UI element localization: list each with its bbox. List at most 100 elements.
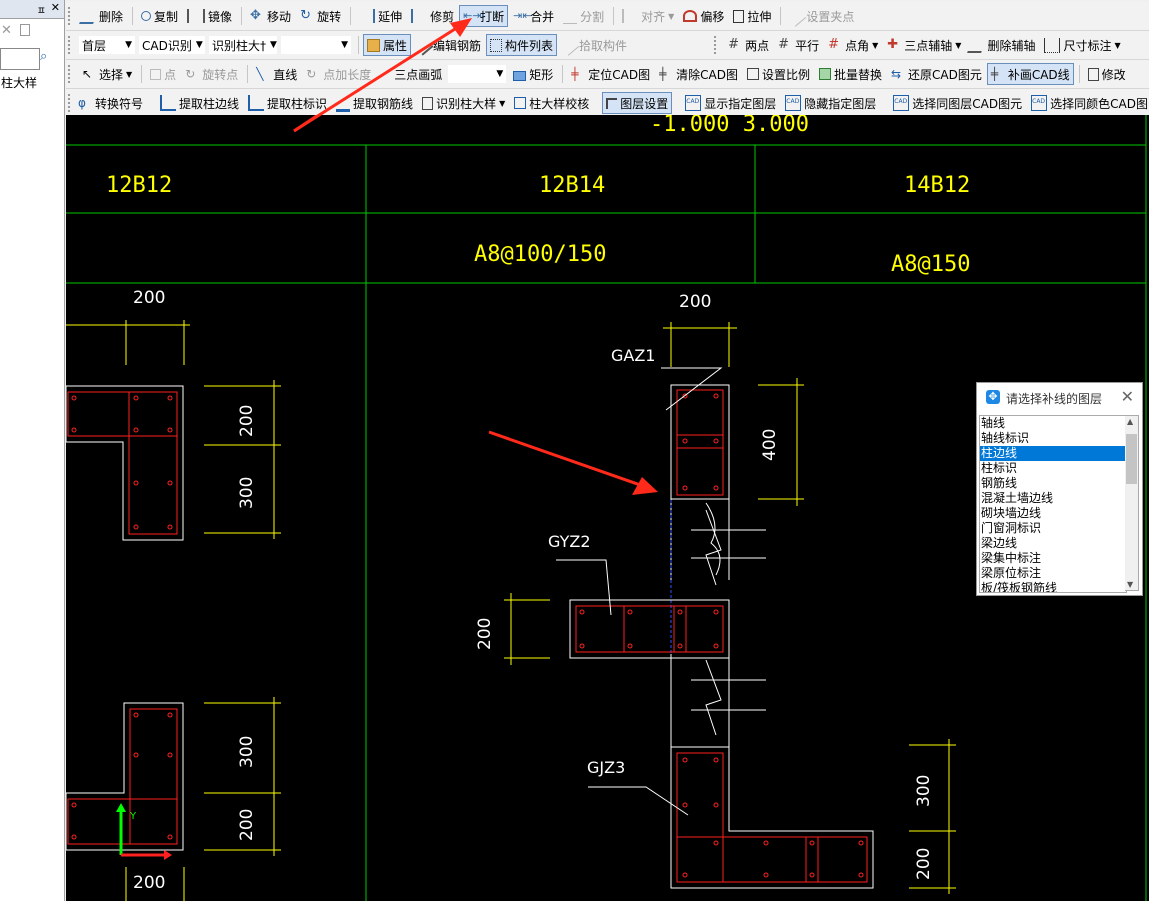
hide-layer-button[interactable]: CAD 隐藏指定图层 xyxy=(781,92,880,114)
delete-icon[interactable]: ✕ xyxy=(1,23,12,38)
mirror-button[interactable]: 镜像 xyxy=(183,5,236,27)
layer-setting-button[interactable]: 图层设置 xyxy=(602,92,673,114)
clear-cad-button[interactable]: ╪ 清除CAD图 xyxy=(655,63,742,85)
split-button[interactable]: 分割 xyxy=(559,5,608,27)
point-button[interactable]: 点 xyxy=(146,63,180,85)
detail-check-button[interactable]: 柱大样校核 xyxy=(510,92,593,114)
toolbar-grip[interactable] xyxy=(68,94,70,112)
detail-check-label: 柱大样校核 xyxy=(529,96,590,111)
delete-axis-label: 删除辅轴 xyxy=(987,38,1036,53)
panel-tools: ✕ xyxy=(0,19,64,43)
scale-icon xyxy=(746,68,759,80)
layer-list-item[interactable]: 混凝土墙边线 xyxy=(980,491,1126,506)
convert-symbol-button[interactable]: φ 转换符号 xyxy=(74,92,147,114)
eraser-icon xyxy=(967,37,988,53)
dialog-header: ✥ 请选择补线的图层 ✕ xyxy=(977,383,1142,411)
search-input[interactable] xyxy=(0,48,40,70)
toolbar-grip[interactable] xyxy=(714,36,720,54)
toolbar-grip[interactable] xyxy=(68,7,74,25)
scroll-up-icon[interactable]: ▲ xyxy=(1127,417,1133,426)
annotation-arrow-top xyxy=(293,18,472,133)
dimension-label: 尺寸标注 xyxy=(1063,38,1112,53)
merge-label: 合并 xyxy=(530,9,555,24)
toolbar-draw: ↖ 选择 ▼ 点 ↻ 旋转点 ╲ 直线 ↻ 点加长度 三点画弧 ▼ 矩形 ╪ 定位CAD图 … xyxy=(66,60,1149,89)
break-label: 打断 xyxy=(480,9,505,24)
layer-list-item[interactable]: 梁原位标注 xyxy=(980,566,1126,581)
stretch-button[interactable]: 拉伸 xyxy=(729,5,775,27)
set-scale-button[interactable]: 设置比例 xyxy=(743,63,814,85)
copy-icon[interactable] xyxy=(20,24,30,36)
scrollbar[interactable]: ▲ ▼ xyxy=(1125,415,1139,591)
two-points-label: 两点 xyxy=(745,38,770,53)
column-left-top[interactable] xyxy=(66,385,184,541)
supplement-cad-button[interactable]: ╪ 补画CAD线 xyxy=(986,63,1074,85)
modify-button[interactable]: 修改 xyxy=(1084,63,1130,85)
locate-cad-button[interactable]: ╪ 定位CAD图 xyxy=(567,63,654,85)
recognize-column-select[interactable]: 识别柱大† ▼ xyxy=(208,35,278,55)
restore-cad-button[interactable]: ⇆ 还原CAD图元 xyxy=(887,63,986,85)
extract-edge-button[interactable]: 提取柱边线 xyxy=(156,92,243,114)
column-left-bottom[interactable] xyxy=(66,702,184,851)
layer-list-item[interactable]: 门窗洞标识 xyxy=(980,521,1126,536)
toolbar-grip[interactable] xyxy=(68,65,74,83)
dimension-button[interactable]: 尺寸标注 ▼ xyxy=(1040,34,1124,56)
select-same-layer-button[interactable]: CAD 选择同图层CAD图元 xyxy=(889,92,1026,114)
clear-cad-label: 清除CAD图 xyxy=(676,67,738,82)
floor-select[interactable]: 首层 ▼ xyxy=(78,35,136,55)
three-point-axis-button[interactable]: ✚ 三点辅轴 ▼ xyxy=(883,34,965,56)
delete-button[interactable]: 删除 xyxy=(78,5,127,27)
layer-list-item[interactable]: 砌块墙边线 xyxy=(980,506,1126,521)
hide-layer-label: 隐藏指定图层 xyxy=(804,96,877,111)
dimension-text: 200 xyxy=(914,848,934,880)
layer-list-item[interactable]: 梁集中标注 xyxy=(980,551,1126,566)
scroll-thumb[interactable] xyxy=(1126,434,1137,484)
column-gyz2[interactable] xyxy=(569,599,730,659)
rect-button[interactable]: 矩形 xyxy=(509,63,557,85)
layer-list-item[interactable]: 柱标识 xyxy=(980,461,1126,476)
search-icon[interactable]: ⌕ xyxy=(40,49,47,64)
rotate-point-button[interactable]: ↻ 旋转点 xyxy=(181,63,242,85)
show-layer-button[interactable]: CAD 显示指定图层 xyxy=(681,92,780,114)
scroll-down-icon[interactable]: ▼ xyxy=(1127,580,1133,589)
set-grip-button[interactable]: 设置夹点 xyxy=(785,5,858,27)
dimension-text: 300 xyxy=(237,736,257,768)
pin-icon[interactable]: ㅍ xyxy=(37,2,46,17)
select-button[interactable]: ↖ 选择 ▼ xyxy=(78,63,136,85)
column-gaz1[interactable] xyxy=(670,384,730,500)
component-list-button[interactable]: 构件列表 xyxy=(486,34,558,56)
stretch-icon xyxy=(733,9,745,23)
layer-list-item[interactable]: 钢筋线 xyxy=(980,476,1126,491)
layer-list-item[interactable]: 板/筏板钢筋线 xyxy=(980,581,1126,592)
toolbar-grip[interactable] xyxy=(68,36,74,54)
replace-icon xyxy=(818,68,831,80)
parallel-button[interactable]: # 平行 xyxy=(774,34,823,56)
pick-component-button[interactable]: 拾取构件 xyxy=(558,34,631,56)
layer-list-item[interactable]: 轴线 xyxy=(980,416,1126,431)
column-gjz3[interactable] xyxy=(670,746,874,889)
cad-recognize-select[interactable]: CAD识别 ▼ xyxy=(138,35,206,55)
close-icon[interactable]: ✕ xyxy=(51,1,60,14)
annotation-arrow xyxy=(293,115,658,495)
component-list-label: 构件列表 xyxy=(505,38,554,53)
offset-button[interactable]: 偏移 xyxy=(679,5,728,27)
layer-select-dialog[interactable]: ✥ 请选择补线的图层 ✕ 轴线 轴线标识 柱边线 柱标识 钢筋线 混凝土墙边线 砌块墙边线门… xyxy=(976,382,1143,596)
two-points-button[interactable]: # 两点 xyxy=(724,34,773,56)
select-same-color-button[interactable]: CAD 选择同颜色CAD图 xyxy=(1027,92,1149,114)
batch-replace-button[interactable]: 批量替换 xyxy=(815,63,886,85)
set-grip-label: 设置夹点 xyxy=(806,9,855,24)
close-icon[interactable]: ✕ xyxy=(1121,387,1134,406)
dimension-text: 300 xyxy=(237,477,257,509)
copy-icon xyxy=(141,11,152,21)
align-button[interactable]: 对齐 ▼ xyxy=(618,5,678,27)
point-angle-button[interactable]: # 点角 ▼ xyxy=(824,34,882,56)
layer-list-item[interactable]: 梁边线 xyxy=(980,536,1126,551)
delete-axis-button[interactable]: 删除辅轴 xyxy=(966,34,1039,56)
stirrup-cell: A8@100/150 xyxy=(474,242,606,267)
copy-button[interactable]: 复制 xyxy=(137,5,182,27)
merge-button[interactable]: ⇥⇤ 合并 xyxy=(509,5,558,27)
layer-list-item[interactable]: 柱边线 xyxy=(980,446,1126,461)
list-item[interactable]: 柱大样 xyxy=(1,74,37,91)
layer-list[interactable]: 轴线 轴线标识 柱边线 柱标识 钢筋线 混凝土墙边线 砌块墙边线 门窗洞标识 梁边线 梁集中标注梁… xyxy=(979,415,1127,593)
column-label: GJZ3 xyxy=(587,758,625,777)
layer-list-item[interactable]: 轴线标识 xyxy=(980,431,1126,446)
